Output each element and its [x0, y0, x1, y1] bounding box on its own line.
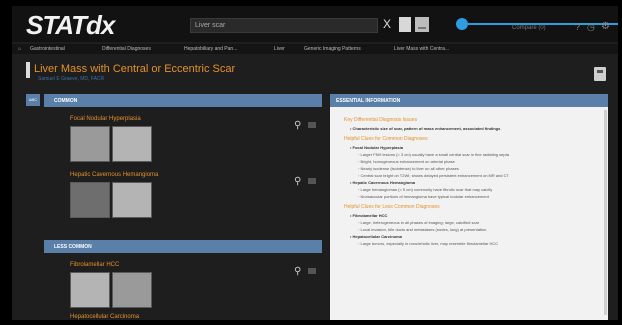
info-bullet: ◦ Nonsaccular portions of hemangioma hav… [358, 194, 489, 199]
info-bullet: • Focal Nodular Hyperplasia [350, 145, 403, 150]
breadcrumb-item[interactable]: Differential Diagnoses [102, 46, 151, 52]
page-title: Liver Mass with Central or Eccentric Sca… [34, 63, 236, 75]
info-bullet: ◦ Central scar bright on T2WI; shows del… [358, 173, 509, 178]
top-header: STATdx Liver scar X Compare (0) ? ◷ ⚙ [12, 6, 618, 42]
info-bullet: • Fibrolamellar HCC [350, 213, 388, 218]
info-bullet: ◦ Larger FNH lesions (> 3 cm) usually ha… [358, 152, 509, 157]
title-marker [26, 62, 30, 78]
breadcrumb-item[interactable]: Liver [274, 46, 285, 52]
zoom-icon[interactable]: ⚲ [294, 176, 301, 187]
image-thumbnail[interactable] [112, 126, 152, 162]
close-icon[interactable]: X [383, 17, 391, 31]
info-bullet: ◦ Large tumors, especially in noncirrhot… [358, 241, 499, 246]
differential-panel: COMMON Focal Nodular Hyperplasia ⚲ Hepat… [44, 94, 322, 320]
section-header-essential-information: ESSENTIAL INFORMATION [330, 94, 608, 107]
title-bar: Liver Mass with Central or Eccentric Sca… [12, 54, 618, 94]
home-icon[interactable]: ⌂ [18, 46, 21, 52]
image-thumbnail[interactable] [70, 182, 110, 218]
page-author[interactable]: Samuel E Graeve, MD, FACR [38, 76, 104, 82]
diagnosis-link[interactable]: Hepatic Cavernous Hemangioma [70, 172, 158, 178]
image-thumbnail[interactable] [112, 182, 152, 218]
app-window: STATdx Liver scar X Compare (0) ? ◷ ⚙ ⌂ … [12, 6, 618, 320]
info-bullet: ◦ Nearly isodense (isointense) to liver … [358, 166, 459, 171]
diagnosis-link[interactable]: Focal Nodular Hyperplasia [70, 116, 141, 122]
info-bullet: ◦ Large, heterogeneous in all phases of … [358, 220, 480, 225]
pointer-annotation-dot [456, 18, 468, 30]
gear-icon[interactable]: ⚙ [601, 21, 610, 32]
diagnosis-link[interactable]: Hepatocellular Carcinoma [70, 314, 139, 320]
section-header-common: COMMON [44, 94, 322, 107]
zoom-icon[interactable]: ⚲ [294, 120, 301, 131]
clock-icon[interactable]: ◷ [587, 22, 595, 33]
note-icon[interactable] [308, 122, 316, 128]
search-input[interactable]: Liver scar [190, 18, 378, 33]
breadcrumb-item[interactable]: Generic Imaging Patterns [304, 46, 361, 52]
breadcrumb: ⌂ Gastrointestinal Differential Diagnose… [12, 44, 618, 54]
info-bullet: ◦ Large hemangiomas (> 5 cm) commonly ha… [358, 187, 493, 192]
info-heading: Helpful Clues for Less Common Diagnoses [344, 204, 440, 210]
breadcrumb-item[interactable]: Liver Mass with Centra... [394, 46, 449, 52]
diagnosis-link[interactable]: Fibrolamellar HCC [70, 262, 119, 268]
breadcrumb-item[interactable]: Hepatobiliary and Pan... [184, 46, 237, 52]
document-icon[interactable] [399, 17, 411, 32]
section-header-less-common: LESS COMMON [44, 240, 322, 253]
note-icon[interactable] [308, 268, 316, 274]
image-thumbnail[interactable] [70, 272, 110, 308]
info-heading: Key Differential Diagnosis Issues [344, 117, 417, 123]
zoom-icon[interactable]: ⚲ [294, 266, 301, 277]
help-icon[interactable]: ? [575, 22, 580, 32]
image-thumbnail[interactable] [112, 272, 152, 308]
info-bullet: • Hepatic Cavernous Hemangioma [350, 180, 415, 185]
app-logo[interactable]: STATdx [26, 10, 115, 41]
note-icon[interactable] [308, 178, 316, 184]
compare-button[interactable]: Compare (0) [512, 25, 546, 31]
info-heading: Helpful Clues for Common Diagnoses [344, 136, 428, 142]
save-icon[interactable] [594, 67, 606, 81]
info-bullet: • Characteristic size of scar, pattern o… [350, 126, 501, 131]
info-bullet: ◦ Local invasion, bile ducts and metasta… [358, 227, 487, 232]
info-bullet: ◦ Bright, homogeneous enhancement on art… [358, 159, 455, 164]
image-thumbnail[interactable] [70, 126, 110, 162]
scrollbar[interactable] [604, 110, 607, 315]
essential-information-panel: ESSENTIAL INFORMATION Key Differential D… [330, 94, 608, 320]
left-rail-tab[interactable]: ABC [26, 94, 40, 106]
breadcrumb-item[interactable]: Gastrointestinal [30, 46, 65, 52]
info-bullet: • Hepatocellular Carcinoma [350, 234, 402, 239]
image-icon[interactable] [415, 17, 429, 32]
